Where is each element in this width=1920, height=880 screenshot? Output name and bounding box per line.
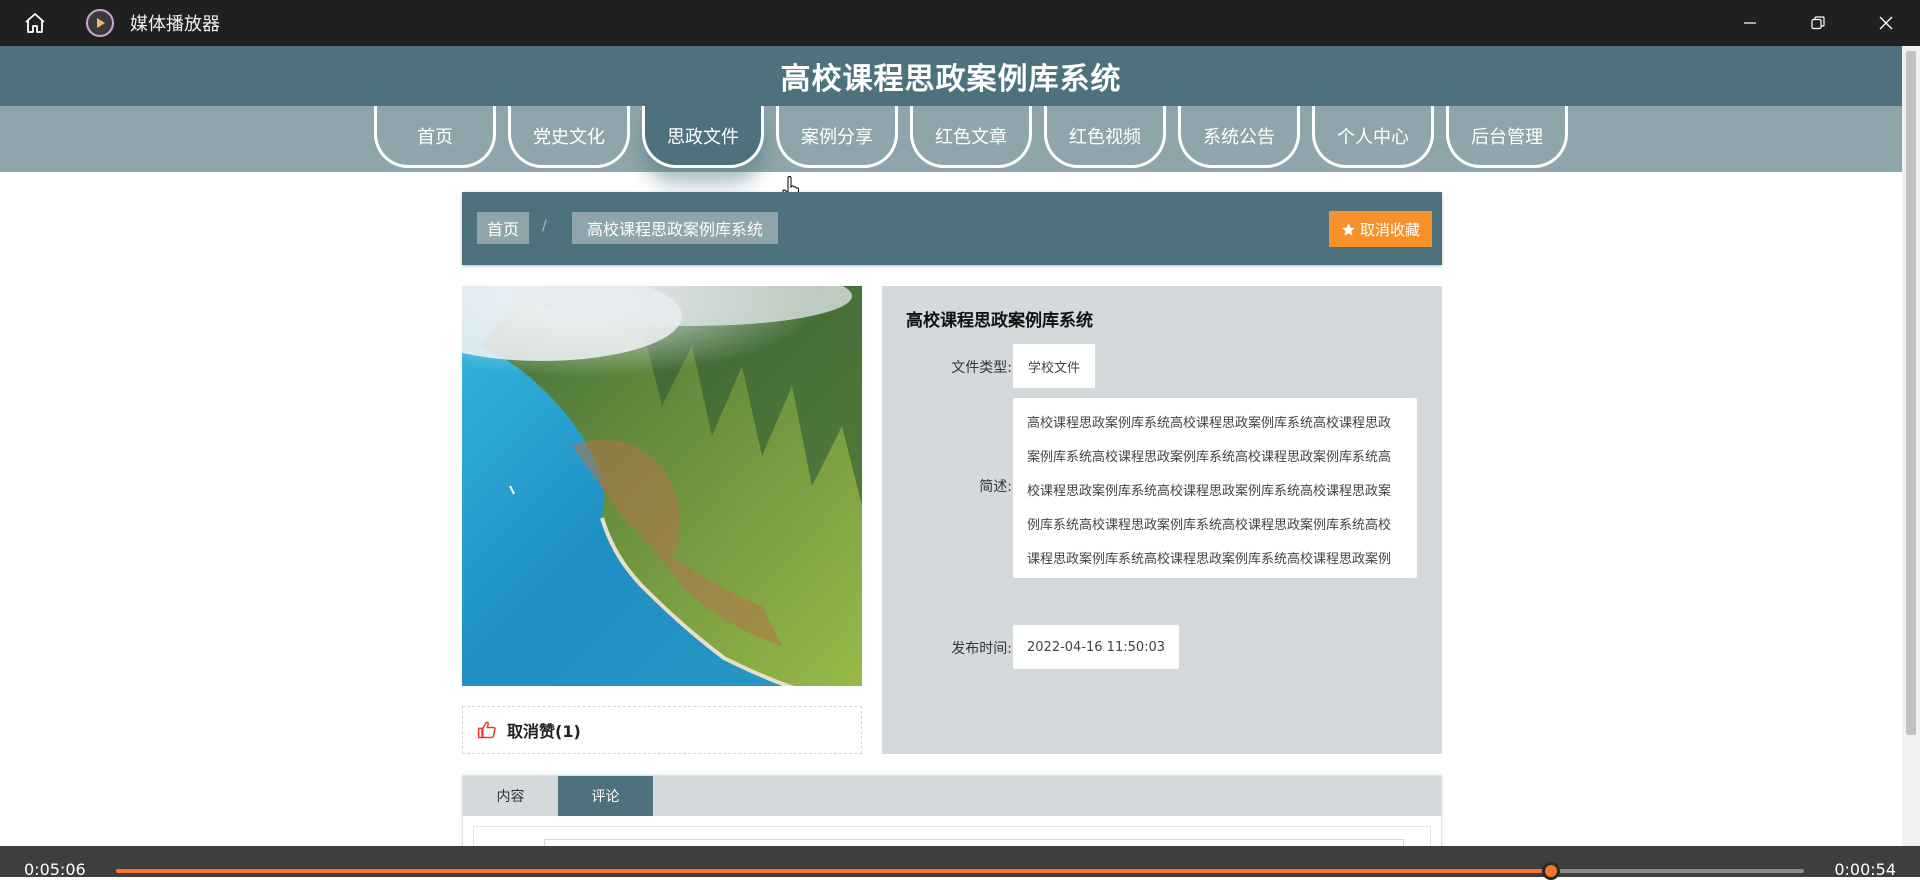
nav-item-home[interactable]: 首页 xyxy=(374,106,496,168)
thumbs-up-icon xyxy=(477,721,496,739)
home-button[interactable] xyxy=(0,0,70,46)
main-nav: 首页 党史文化 思政文件 案例分享 红色文章 红色视频 系统公告 个人中心 后台… xyxy=(0,106,1902,172)
home-icon xyxy=(25,13,45,33)
file-info-panel: 高校课程思政案例库系统 文件类型: 学校文件 简述: 高校课程思政案例库系统高校… xyxy=(882,286,1442,754)
nav-item-ideology-files[interactable]: 思政文件 xyxy=(642,106,764,168)
close-icon xyxy=(1879,16,1893,30)
web-page: 高校课程思政案例库系统 首页 党史文化 思政文件 案例分享 红色文章 红色视频 … xyxy=(0,46,1902,846)
minimize-button[interactable] xyxy=(1716,0,1784,46)
star-icon xyxy=(1342,222,1355,236)
comment-input[interactable] xyxy=(544,839,1404,846)
breadcrumb: 首页 / 高校课程思政案例库系统 取消收藏 xyxy=(462,192,1442,265)
tab-content[interactable]: 内容 xyxy=(463,776,558,816)
media-player-app-icon xyxy=(86,9,114,37)
description-label: 简述: xyxy=(979,479,1012,495)
description-value: 高校课程思政案例库系统高校课程思政案例库系统高校课程思政案例库系统高校课程思政案… xyxy=(1013,398,1417,578)
file-type-value: 学校文件 xyxy=(1013,344,1096,388)
close-button[interactable] xyxy=(1852,0,1920,46)
site-title: 高校课程思政案例库系统 xyxy=(780,62,1122,97)
window-titlebar: 媒体播放器 xyxy=(0,0,1920,46)
breadcrumb-home[interactable]: 首页 xyxy=(477,212,530,244)
player-controls: 0:05:06 0:00:54 xyxy=(0,846,1920,880)
nav-item-case-sharing[interactable]: 案例分享 xyxy=(776,106,898,168)
unlike-label: 取消赞(1) xyxy=(507,722,581,741)
publish-time-label: 发布时间: xyxy=(951,641,1012,657)
nav-item-red-videos[interactable]: 红色视频 xyxy=(1044,106,1166,168)
unlike-button[interactable]: 取消赞(1) xyxy=(462,706,862,754)
file-type-label: 文件类型: xyxy=(951,360,1012,376)
restore-icon xyxy=(1811,16,1825,30)
nav-item-party-history[interactable]: 党史文化 xyxy=(508,106,630,168)
file-title: 高校课程思政案例库系统 xyxy=(906,311,1093,331)
nav-item-personal-center[interactable]: 个人中心 xyxy=(1312,106,1434,168)
comment-area xyxy=(473,826,1431,846)
remaining-time: 0:00:54 xyxy=(1834,860,1896,879)
nav-item-red-articles[interactable]: 红色文章 xyxy=(910,106,1032,168)
elapsed-time: 0:05:06 xyxy=(24,860,86,879)
tab-comments[interactable]: 评论 xyxy=(558,776,653,816)
seek-bar-thumb[interactable] xyxy=(1541,862,1560,880)
site-header: 高校课程思政案例库系统 xyxy=(0,46,1902,106)
file-cover-image xyxy=(462,286,862,686)
nav-item-admin[interactable]: 后台管理 xyxy=(1446,106,1568,168)
unfavorite-button[interactable]: 取消收藏 xyxy=(1328,211,1432,247)
content-tabs: 内容 评论 xyxy=(462,775,1442,846)
minimize-icon xyxy=(1744,22,1756,24)
seek-bar[interactable] xyxy=(116,862,1804,880)
app-title: 媒体播放器 xyxy=(130,14,220,35)
seek-bar-progress xyxy=(116,869,1551,873)
publish-time-value: 2022-04-16 11:50:03 xyxy=(1013,625,1180,669)
unfavorite-label: 取消收藏 xyxy=(1359,220,1420,239)
nav-item-announcements[interactable]: 系统公告 xyxy=(1178,106,1300,168)
breadcrumb-separator: / xyxy=(542,218,547,234)
breadcrumb-current: 高校课程思政案例库系统 xyxy=(572,212,779,244)
page-scrollbar[interactable] xyxy=(1902,46,1920,846)
restore-button[interactable] xyxy=(1784,0,1852,46)
scrollbar-thumb[interactable] xyxy=(1906,51,1916,735)
